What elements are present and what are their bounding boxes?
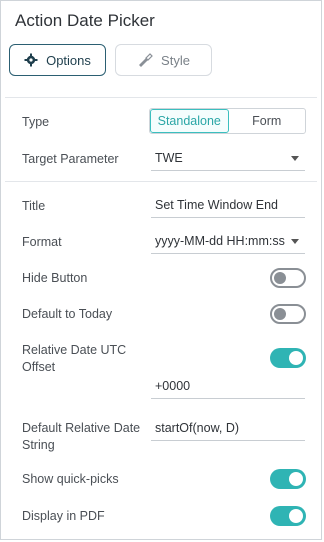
- format-label: Format: [22, 235, 62, 249]
- default-relative-value: startOf(now, D): [155, 420, 240, 435]
- divider: [5, 181, 317, 182]
- relative-offset-input[interactable]: +0000: [151, 373, 305, 399]
- target-parameter-dropdown[interactable]: TWE: [151, 145, 305, 171]
- chevron-down-icon: [291, 156, 299, 161]
- chevron-down-icon: [291, 239, 299, 244]
- relative-offset-value: +0000: [155, 378, 191, 393]
- type-label: Type: [22, 115, 50, 129]
- default-relative-label-line2: String: [22, 438, 55, 452]
- default-to-today-toggle[interactable]: [270, 304, 306, 324]
- action-date-picker-panel: Action Date Picker Options Style Type St…: [0, 0, 322, 540]
- default-relative-input[interactable]: startOf(now, D): [151, 415, 305, 441]
- hide-button-label: Hide Button: [22, 271, 88, 285]
- title-input[interactable]: Set Time Window End: [151, 192, 305, 218]
- relative-offset-label-line1: Relative Date UTC: [22, 343, 127, 357]
- divider: [5, 97, 317, 98]
- type-option-standalone[interactable]: Standalone: [150, 109, 229, 133]
- title-value: Set Time Window End: [155, 197, 278, 212]
- target-parameter-label: Target Parameter: [22, 152, 119, 166]
- relative-offset-toggle[interactable]: [270, 348, 306, 368]
- style-tab-button[interactable]: Style: [115, 44, 212, 76]
- options-tab-label: Options: [46, 52, 91, 68]
- default-relative-label-line1: Default Relative Date: [22, 421, 141, 435]
- show-quick-picks-label: Show quick-picks: [22, 472, 119, 486]
- type-segmented-control: Standalone Form: [149, 108, 306, 134]
- target-parameter-value: TWE: [155, 150, 183, 165]
- title-label: Title: [22, 199, 46, 213]
- gear-icon: [24, 53, 38, 67]
- paint-brush-icon: [139, 53, 153, 67]
- toggle-knob: [289, 472, 303, 486]
- style-tab-label: Style: [161, 52, 190, 68]
- hide-button-toggle[interactable]: [270, 268, 306, 288]
- format-value: yyyy-MM-dd HH:mm:ss: [155, 233, 285, 248]
- show-quick-picks-toggle[interactable]: [270, 469, 306, 489]
- type-option-form[interactable]: Form: [229, 109, 306, 133]
- default-to-today-label: Default to Today: [22, 307, 113, 321]
- relative-offset-label-line2: Offset: [22, 360, 56, 374]
- display-in-pdf-label: Display in PDF: [22, 509, 105, 523]
- panel-title: Action Date Picker: [15, 11, 155, 30]
- toggle-knob: [274, 308, 286, 320]
- format-dropdown[interactable]: yyyy-MM-dd HH:mm:ss: [151, 228, 305, 254]
- toggle-knob: [274, 272, 286, 284]
- options-tab-button[interactable]: Options: [9, 44, 106, 76]
- display-in-pdf-toggle[interactable]: [270, 506, 306, 526]
- toggle-knob: [289, 351, 303, 365]
- toggle-knob: [289, 509, 303, 523]
